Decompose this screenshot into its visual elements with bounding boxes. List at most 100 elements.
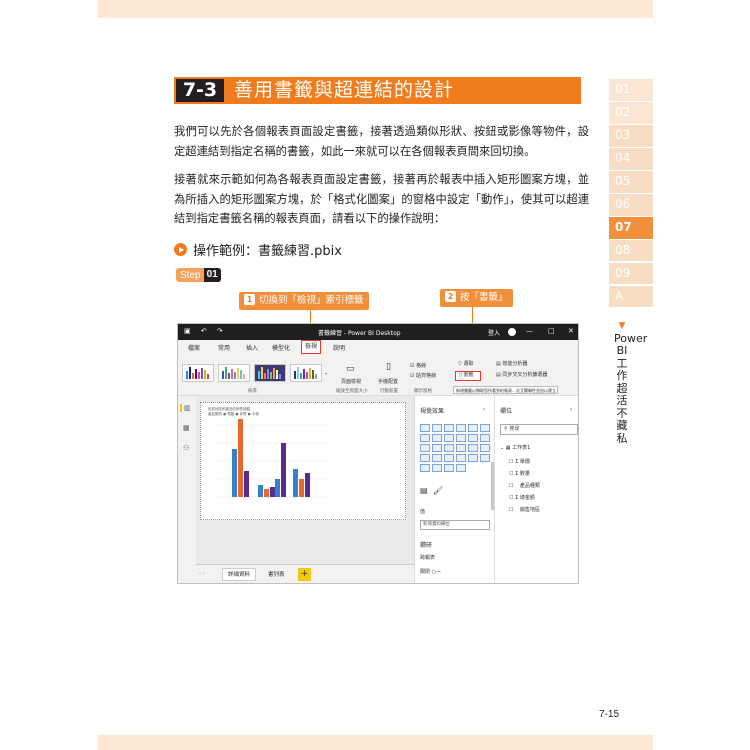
visual-type-icon[interactable] [420, 424, 430, 432]
menu-file[interactable]: 檔案 [188, 343, 200, 352]
fields-search-input[interactable]: ⚲ 搜尋 [500, 424, 578, 435]
chapter-tab[interactable]: 02 [609, 101, 653, 124]
visual-type-icon[interactable] [480, 434, 490, 442]
visual-type-icon[interactable] [456, 424, 466, 432]
sync-slicers-button[interactable]: ▤ 同步交叉分析篩選器 [496, 371, 547, 378]
chapter-tab[interactable]: 08 [609, 239, 653, 262]
report-page[interactable]: 依據地區和產品的銷售總額 產品類別 ● 電腦 ● 家電 ● 手機 [200, 402, 406, 520]
keep-filters-toggle[interactable]: 關閉 ○— [420, 568, 441, 575]
theme-swatch[interactable] [290, 364, 322, 382]
visual-type-icon[interactable] [432, 424, 442, 432]
visual-type-icon[interactable] [456, 434, 466, 442]
data-view-icon[interactable]: ▦ [183, 424, 190, 432]
field-item[interactable]: ☐ Σ 單價 [509, 458, 530, 465]
chapter-tab[interactable]: 01 [609, 79, 653, 101]
fields-pane: 欄位 › ⚲ 搜尋 ⌄ ▦ 工作表1 ☐ Σ 單價 ☐ Σ 數量 ☐ 產品種類 … [494, 396, 578, 583]
callout-badge: 2 [445, 291, 456, 302]
menu-home[interactable]: 常用 [218, 343, 230, 352]
chapter-tab[interactable]: 04 [609, 147, 653, 170]
chapter-tab-active[interactable]: 07 [609, 216, 653, 239]
performance-button[interactable]: ▤ 效能分析器 [496, 360, 527, 367]
theme-swatch[interactable] [254, 364, 286, 382]
bookmarks-button[interactable]: ▯ 書籤 [455, 371, 481, 381]
visual-type-icon[interactable] [468, 454, 478, 462]
visual-type-icon[interactable] [456, 444, 466, 452]
mobile-layout-button[interactable]: 手機配置 [378, 378, 398, 385]
visual-type-icon[interactable] [456, 464, 466, 472]
callout-badge: 1 [244, 294, 255, 305]
snap-checkbox[interactable]: ☑ 貼齊格線 [410, 372, 436, 379]
mobile-icon[interactable]: ▯ [386, 362, 391, 372]
visual-type-icon[interactable] [444, 434, 454, 442]
visual-type-icon[interactable] [480, 454, 490, 462]
fields-well-icon[interactable]: ▤ [420, 486, 428, 495]
example-text: 操作範例：書籤練習.pbix [193, 244, 342, 259]
account-avatar[interactable] [508, 328, 516, 336]
minimize-icon[interactable]: — [526, 327, 533, 335]
chapter-tab[interactable]: 09 [609, 262, 653, 285]
page-view-icon[interactable]: ▭ [346, 364, 355, 374]
visual-type-icon[interactable] [480, 424, 490, 432]
visual-type-icon[interactable] [432, 434, 442, 442]
menu-help[interactable]: 說明 [333, 343, 345, 352]
chapter-tab[interactable]: 06 [609, 193, 653, 216]
chapter-tab[interactable]: A [609, 285, 653, 308]
chapter-tab[interactable]: 03 [609, 124, 653, 147]
visual-type-icon[interactable] [420, 444, 430, 452]
close-icon[interactable]: ✕ [568, 327, 574, 335]
add-page-button[interactable]: + [298, 568, 311, 581]
theme-swatch[interactable] [182, 364, 214, 382]
visual-type-icon[interactable] [468, 424, 478, 432]
visual-type-icon[interactable] [444, 444, 454, 452]
visual-type-icon[interactable] [420, 464, 430, 472]
field-item[interactable]: ☐ 銷售地區 [509, 506, 540, 513]
callout-text: 按「書籤」 [460, 292, 508, 303]
model-view-icon[interactable]: ⚇ [183, 444, 189, 452]
view-rail: ▥ ▦ ⚇ [178, 396, 196, 583]
values-dropzone[interactable]: 新增資料欄位 [420, 520, 490, 530]
table-node[interactable]: ⌄ ▦ 工作表1 [500, 444, 530, 451]
visual-type-icon[interactable] [444, 454, 454, 462]
field-item[interactable]: ☐ Σ 總金額 [509, 494, 535, 501]
page-tab-list[interactable]: 書列表 [262, 568, 291, 581]
menu-modeling[interactable]: 模型化 [272, 343, 290, 352]
visual-type-icon[interactable] [432, 444, 442, 452]
visual-type-icon[interactable] [456, 454, 466, 462]
menu-insert[interactable]: 插入 [246, 343, 258, 352]
visual-type-icon[interactable] [420, 454, 430, 462]
theme-swatch[interactable] [218, 364, 250, 382]
chapter-tab[interactable]: 05 [609, 170, 653, 193]
powerbi-window: ▣ ↶ ↷ 書籤練習 - Power BI Desktop 登入 — □ ✕ 檔… [177, 323, 579, 584]
visual-type-icon[interactable] [432, 464, 442, 472]
report-view-icon[interactable]: ▥ [180, 404, 191, 412]
theme-dropdown-icon[interactable]: ⌄ [324, 370, 328, 376]
visual-type-icon[interactable] [468, 434, 478, 442]
page-nav-arrows[interactable]: ‹ › [199, 571, 205, 577]
gridlines-checkbox[interactable]: ☑ 格線 [410, 362, 426, 369]
sync-slicers-label: 同步交叉分析篩選器 [502, 372, 548, 378]
visual-type-icon[interactable] [444, 424, 454, 432]
collapse-chevron-icon[interactable]: › [483, 406, 485, 413]
page-tab-details[interactable]: 詳細資料 [222, 568, 257, 581]
page-view-button[interactable]: 頁面檢視 [341, 378, 361, 385]
bar [232, 449, 237, 497]
visual-type-icon[interactable] [420, 434, 430, 442]
visual-type-icon[interactable] [480, 444, 490, 452]
step-number: 01 [203, 268, 221, 282]
example-line: 操作範例：書籤練習.pbix [174, 240, 342, 259]
clustered-bar-chart[interactable] [201, 403, 401, 513]
side-title: ▼ Power BI 工作超活不藏私 [614, 320, 647, 445]
field-item[interactable]: ☐ Σ 數量 [509, 470, 530, 477]
visual-type-icon[interactable] [468, 444, 478, 452]
login-link[interactable]: 登入 [488, 328, 500, 337]
maximize-icon[interactable]: □ [548, 327, 555, 335]
filter-icon[interactable]: ▽ 選取 [458, 360, 473, 367]
collapse-chevron-icon[interactable]: › [570, 406, 572, 413]
menu-view[interactable]: 檢視 [301, 340, 322, 354]
visual-type-icon[interactable] [432, 454, 442, 462]
field-item[interactable]: ☐ 產品種類 [509, 482, 540, 489]
format-paint-icon[interactable]: 🖌 [433, 486, 443, 495]
visual-type-icon[interactable] [444, 464, 454, 472]
quick-access-icons[interactable]: ▣ ↶ ↷ [184, 327, 227, 335]
fields-pane-title: 欄位 [500, 408, 513, 415]
